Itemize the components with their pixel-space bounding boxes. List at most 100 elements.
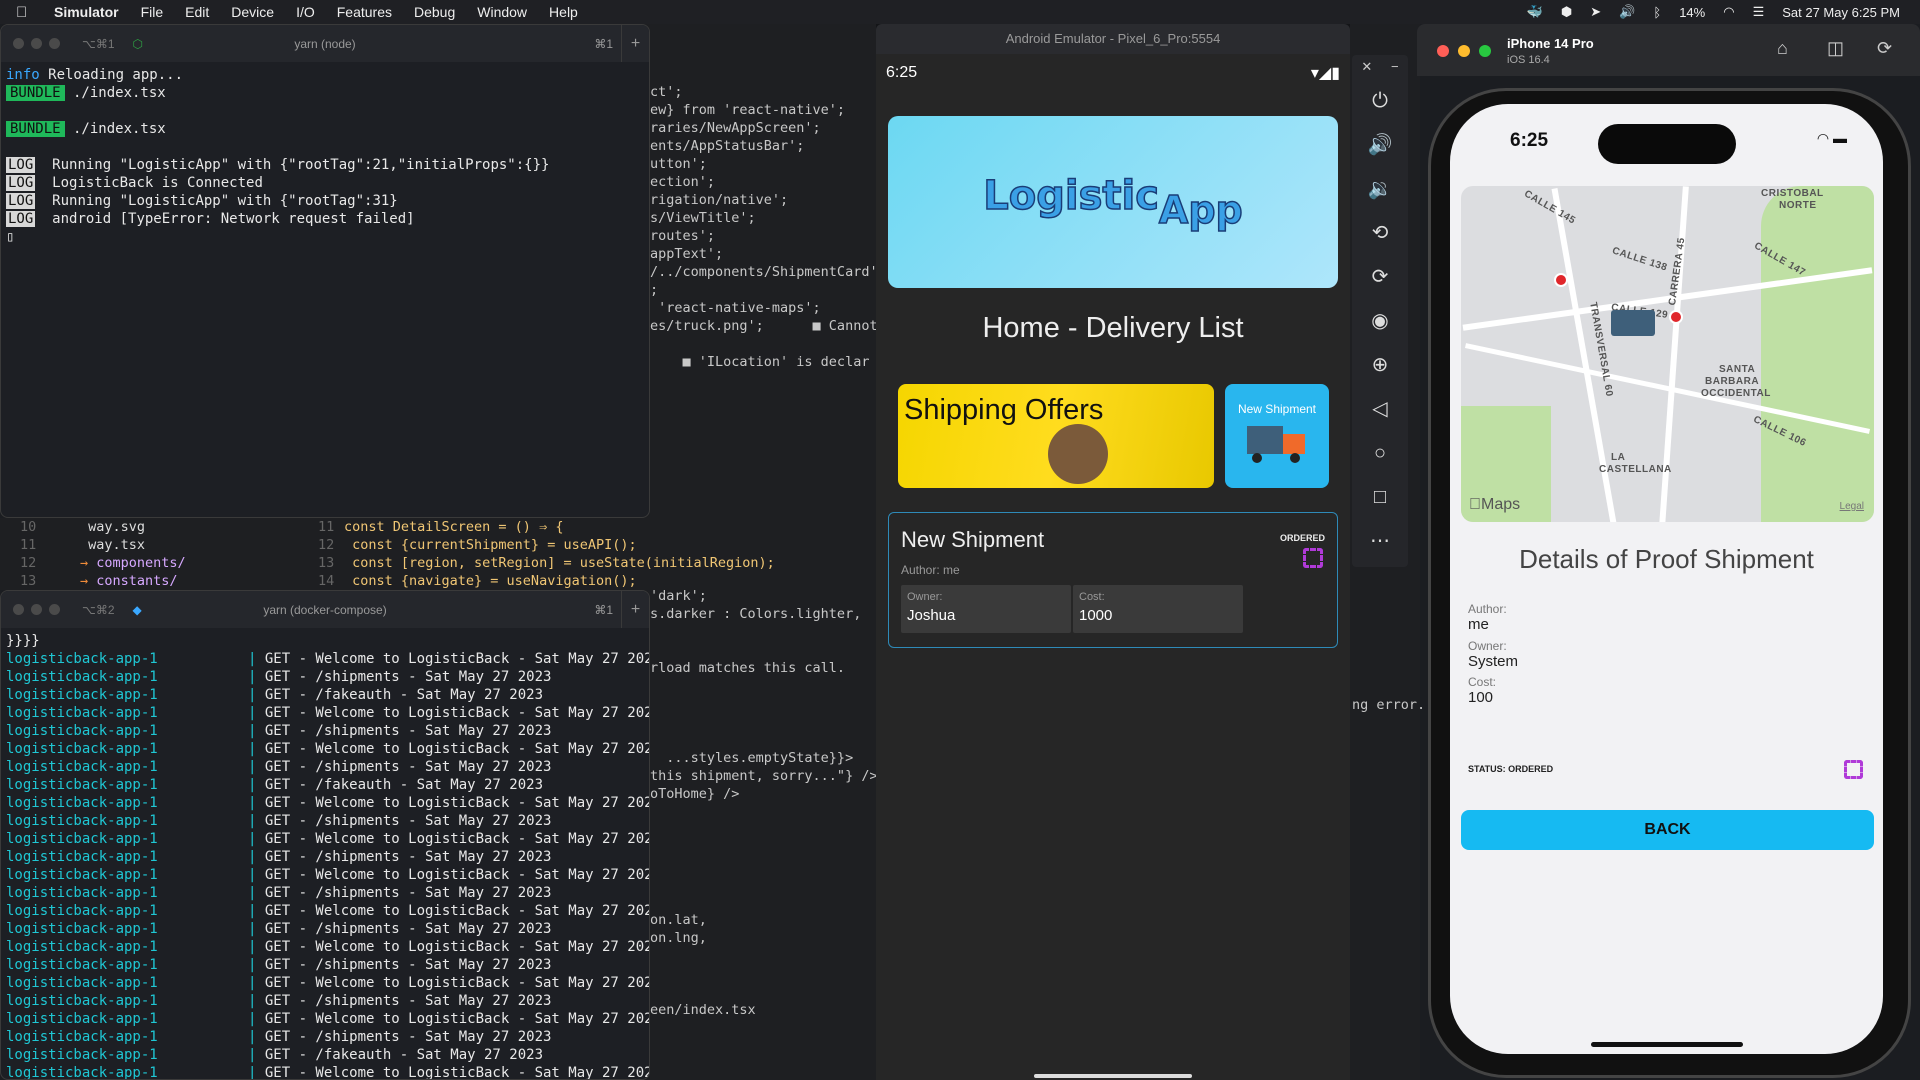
zoom-dot[interactable]: [1479, 45, 1491, 57]
menu-io[interactable]: I/O: [296, 4, 315, 20]
file-tree-item[interactable]: 10 way.svg: [20, 518, 186, 536]
shipping-offers-card[interactable]: Shipping Offers: [898, 384, 1214, 488]
terminal-output[interactable]: info Reloading app... BUNDLE ./index.tsx B…: [1, 62, 649, 250]
file-tree-item[interactable]: 13 → constants/: [20, 572, 186, 590]
menu-window[interactable]: Window: [477, 4, 527, 20]
line-number: 14: [318, 573, 335, 589]
ios-screen[interactable]: 6:25 ◠ ▬ CALLE 145 CRISTOBAL NORTE CALLE…: [1450, 104, 1883, 1054]
map-view[interactable]: CALLE 145 CRISTOBAL NORTE CALLE 138 CALL…: [1461, 186, 1874, 522]
home-icon[interactable]: ⌂: [1777, 38, 1788, 59]
more-icon[interactable]: ⋯: [1352, 519, 1408, 563]
code-line: utton';: [650, 156, 707, 172]
code-row: 12 const {currentShipment} = useAPI();: [318, 536, 775, 554]
zoom-icon[interactable]: ⊕: [1352, 343, 1408, 387]
code-line: ection';: [650, 174, 716, 190]
menu-help[interactable]: Help: [549, 4, 578, 20]
code-line: ng error.: [1352, 697, 1426, 713]
android-emulator[interactable]: Android Emulator - Pixel_6_Pro:5554 6:25…: [876, 24, 1350, 1080]
loading-icon: [1844, 760, 1863, 779]
telegram-icon[interactable]: ➤: [1590, 4, 1601, 20]
close-dot[interactable]: [1437, 45, 1449, 57]
control-center-icon[interactable]: ☰: [1753, 4, 1765, 20]
pipe-separator: |: [248, 885, 265, 901]
code-line: 'react-native-maps';: [650, 300, 821, 316]
rotate-left-icon[interactable]: ⟲: [1352, 211, 1408, 255]
service-name: logisticback-app-1: [6, 1065, 158, 1080]
terminal-line: LOG Running "LogisticApp" with {"rootTag…: [6, 192, 644, 210]
back-icon[interactable]: ◁: [1352, 387, 1408, 431]
menu-debug[interactable]: Debug: [414, 4, 455, 20]
close-icon[interactable]: ✕: [1361, 55, 1372, 79]
log-entry: GET - /fakeauth - Sat May 27 2023: [264, 687, 544, 703]
home-indicator[interactable]: [1591, 1042, 1743, 1047]
terminal-line: logisticback-app-1 | GET - /shipments - S…: [6, 1028, 644, 1046]
apple-icon[interactable]: : [16, 4, 40, 21]
terminal-docker[interactable]: ⌥⌘2 ◆ yarn (docker-compose) ⌘1 + }}}} log…: [0, 590, 650, 1080]
pipe-separator: |: [248, 1029, 265, 1045]
log-entry: GET - Welcome to LogisticBack - Sat May …: [264, 1011, 650, 1027]
new-tab-icon[interactable]: +: [621, 25, 649, 62]
shield-icon[interactable]: ⬢: [1561, 4, 1572, 20]
volume-up-icon[interactable]: 🔊: [1352, 123, 1408, 167]
shipment-card[interactable]: New Shipment Author: me ORDERED Owner: J…: [888, 512, 1338, 648]
rotate-icon[interactable]: ⟳: [1877, 38, 1892, 59]
map-pin-icon[interactable]: [1554, 273, 1568, 287]
service-name: logisticback-app-1: [6, 975, 158, 991]
menu-file[interactable]: File: [141, 4, 164, 20]
new-shipment-button[interactable]: New Shipment: [1225, 384, 1329, 488]
ios-simulator-titlebar[interactable]: iPhone 14 Pro iOS 16.4 ⌂ ◫ ⟳: [1417, 24, 1920, 76]
file-tree-item[interactable]: 12 → components/: [20, 554, 186, 572]
menu-device[interactable]: Device: [231, 4, 274, 20]
new-tab-icon[interactable]: +: [621, 591, 649, 628]
log-entry: GET - /shipments - Sat May 27 2023: [264, 885, 552, 901]
rotate-right-icon[interactable]: ⟳: [1352, 255, 1408, 299]
service-name: logisticback-app-1: [6, 921, 158, 937]
log-entry: GET - /shipments - Sat May 27 2023: [264, 1029, 552, 1045]
legal-link[interactable]: Legal: [1840, 501, 1864, 512]
status-label: STATUS: ORDERED: [1468, 764, 1554, 774]
android-nav-handle[interactable]: [876, 1074, 1350, 1080]
terminal-output[interactable]: }}}} logisticback-app-1 | GET - Welcome to…: [1, 628, 650, 1080]
volume-icon[interactable]: 🔊: [1619, 4, 1635, 20]
terminal-titlebar[interactable]: ⌥⌘1 ⬡ yarn (node) ⌘1 +: [1, 25, 649, 62]
code-line: on.lng,: [650, 930, 707, 946]
screenshot-icon[interactable]: ◫: [1827, 38, 1844, 59]
map-label: NORTE: [1779, 200, 1817, 211]
bluetooth-icon[interactable]: ᛒ: [1653, 5, 1661, 20]
chevron-right-icon: →: [80, 555, 97, 571]
service-name: logisticback-app-1: [6, 849, 158, 865]
menu-edit[interactable]: Edit: [185, 4, 209, 20]
service-name: logisticback-app-1: [6, 813, 158, 829]
file-tree-item[interactable]: 11 way.tsx: [20, 536, 186, 554]
android-time: 6:25: [886, 64, 918, 81]
wifi-icon[interactable]: ◠: [1723, 4, 1734, 20]
code-line: ct';: [650, 84, 683, 100]
home-icon[interactable]: ○: [1352, 431, 1408, 475]
map-pin-icon[interactable]: [1669, 310, 1683, 324]
log-entry: GET - Welcome to LogisticBack - Sat May …: [264, 975, 650, 991]
camera-icon[interactable]: ◉: [1352, 299, 1408, 343]
battery-percent[interactable]: 14%: [1679, 5, 1705, 20]
menu-features[interactable]: Features: [337, 4, 392, 20]
pipe-separator: |: [248, 939, 265, 955]
datetime[interactable]: Sat 27 May 6:25 PM: [1782, 5, 1900, 20]
minimize-icon[interactable]: −: [1391, 55, 1399, 79]
chevron-right-icon: [80, 519, 88, 535]
power-icon[interactable]: ⏻: [1352, 79, 1408, 123]
log-entry: GET - Welcome to LogisticBack - Sat May …: [264, 741, 650, 757]
truck-marker-icon[interactable]: [1611, 310, 1655, 336]
log-entry: GET - Welcome to LogisticBack - Sat May …: [264, 705, 650, 721]
terminal-node[interactable]: ⌥⌘1 ⬡ yarn (node) ⌘1 + info Reloading ap…: [0, 24, 650, 518]
minimize-dot[interactable]: [1458, 45, 1470, 57]
cost-key: Cost:: [1468, 675, 1497, 689]
android-screen[interactable]: 6:25 ▾◢▮ LogisticApp Home - Delivery Lis…: [876, 54, 1350, 1080]
map-label: SANTA: [1719, 364, 1756, 375]
terminal-titlebar[interactable]: ⌥⌘2 ◆ yarn (docker-compose) ⌘1 +: [1, 591, 649, 628]
volume-down-icon[interactable]: 🔉: [1352, 167, 1408, 211]
terminal-line: logisticback-app-1 | GET - Welcome to Log…: [6, 650, 649, 668]
overview-icon[interactable]: □: [1352, 475, 1408, 519]
back-button[interactable]: BACK: [1461, 810, 1874, 850]
menu-app[interactable]: Simulator: [54, 4, 119, 20]
docker-icon[interactable]: 🐳: [1527, 4, 1543, 20]
code-line: this shipment, sorry..."} />: [650, 768, 878, 784]
